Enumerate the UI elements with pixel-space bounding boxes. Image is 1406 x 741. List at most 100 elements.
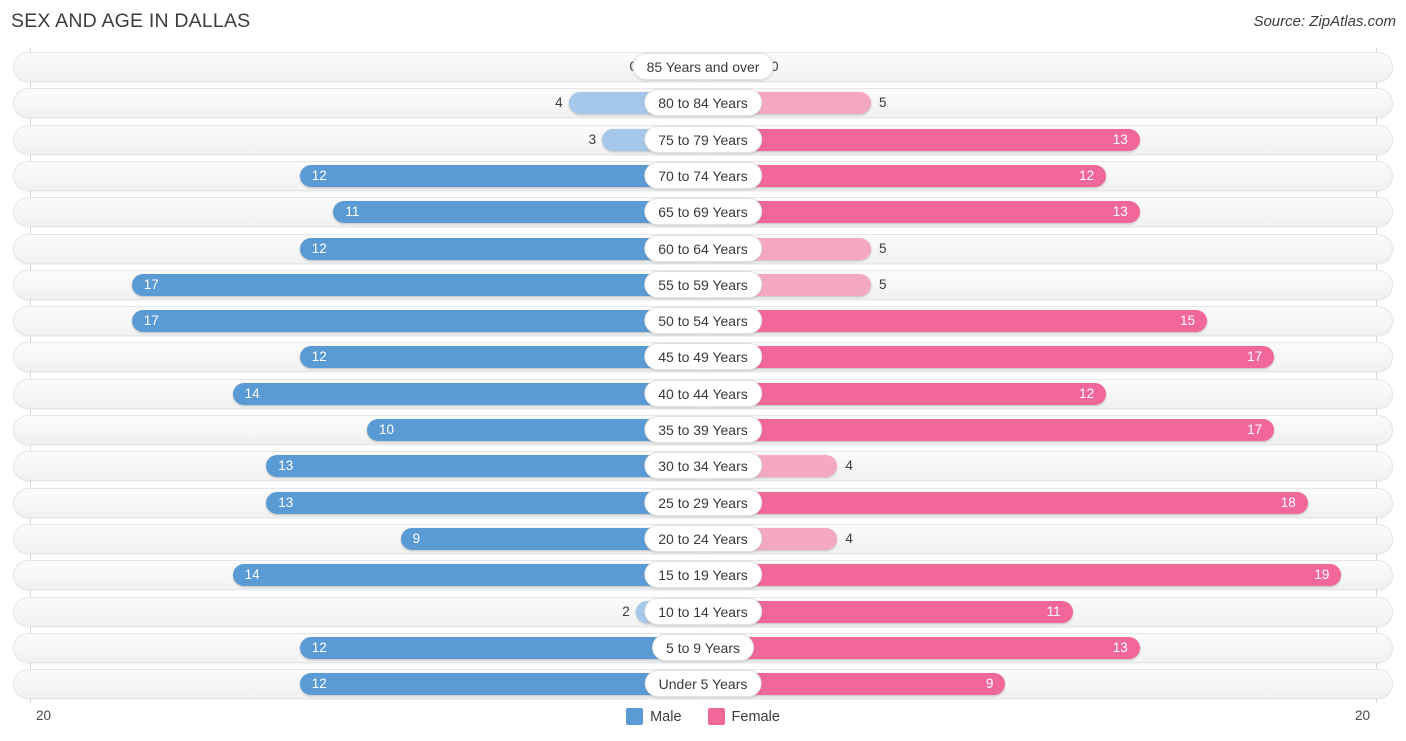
bar-value-female: 17 [1247,349,1263,365]
bar-value-female: 15 [1179,313,1195,329]
age-group-label: 10 to 14 Years [644,597,762,625]
table-row[interactable]: 9 4 20 to 24 Years [13,523,1393,554]
bar-value-male: 2 [622,603,630,619]
bar-value-female: 12 [1079,167,1095,183]
bar-male[interactable] [299,346,703,369]
page-title: SEX AND AGE IN DALLAS [11,10,251,32]
age-group-label: Under 5 Years [644,670,762,698]
legend-item-female[interactable]: Female [707,708,780,725]
bar-female[interactable] [703,419,1275,441]
legend-label-female: Female [731,708,780,725]
age-group-label: 5 to 9 Years [652,633,754,661]
source-attribution: Source: ZipAtlas.com [1253,13,1396,30]
bar-value-female: 5 [879,276,887,292]
age-group-label: 60 to 64 Years [644,234,762,262]
bar-female[interactable] [703,382,1107,405]
bar-value-male: 13 [278,458,294,474]
bar-female[interactable] [703,491,1308,514]
table-row[interactable]: 4 5 80 to 84 Years [13,88,1393,119]
population-pyramid-plot: 0085 Years and over 4 5 80 to 84 Years 3 13 75… [0,48,1406,703]
table-row[interactable]: 12 13 5 to 9 Years [13,632,1393,663]
legend-label-male: Male [650,708,682,725]
bar-value-male: 11 [345,204,360,220]
bar-value-female: 4 [845,530,853,546]
table-row[interactable]: 14 19 15 to 19 Years [13,560,1393,591]
bar-male[interactable] [299,673,703,696]
age-group-label: 15 to 19 Years [644,561,762,589]
bar-value-male: 3 [588,131,597,147]
age-group-label: 75 to 79 Years [644,125,762,153]
table-row[interactable]: 11 13 65 to 69 Years [13,197,1393,228]
chart-footer: 20 20 Male Female [0,703,1406,741]
table-row[interactable]: 13 18 25 to 29 Years [13,487,1393,518]
bar-value-female: 9 [985,676,994,692]
bar-female[interactable] [703,636,1140,659]
chart-legend: Male Female [0,708,1406,725]
bar-female[interactable] [703,310,1207,333]
bar-value-female: 13 [1112,204,1128,220]
age-group-label: 40 to 44 Years [644,379,762,407]
bar-value-female: 17 [1247,422,1263,437]
bar-value-female: 19 [1314,567,1330,583]
bar-value-male: 17 [143,313,159,329]
bar-value-male: 4 [555,95,563,111]
table-row[interactable]: 10 17 35 to 39 Years [13,415,1393,445]
bar-male[interactable] [299,636,703,659]
chart-header: SEX AND AGE IN DALLAS Source: ZipAtlas.c… [0,0,1406,45]
bar-male[interactable] [266,455,703,478]
bar-male[interactable] [232,382,703,405]
bar-value-female: 18 [1280,494,1296,510]
bar-male[interactable] [299,164,703,187]
age-group-label: 55 to 59 Years [644,270,762,298]
bar-value-female: 5 [879,95,887,111]
bar-female[interactable] [703,128,1140,151]
bar-value-male: 10 [379,422,395,437]
bar-value-male: 13 [278,494,294,510]
table-row[interactable]: 17 15 50 to 54 Years [13,306,1393,337]
table-row[interactable]: 17 5 55 to 59 Years [13,269,1393,300]
table-row[interactable]: 12 5 60 to 64 Years [13,233,1393,264]
age-group-label: 35 to 39 Years [644,416,762,443]
bar-value-male: 12 [311,676,327,692]
age-group-label: 50 to 54 Years [644,307,762,335]
bar-value-male: 12 [311,639,327,655]
age-group-label: 20 to 24 Years [644,524,762,552]
legend-swatch-male [626,708,644,725]
bar-value-male: 12 [311,240,327,256]
table-row[interactable]: 12 9 Under 5 Years [13,669,1393,700]
bar-value-female: 12 [1079,385,1095,401]
table-row[interactable]: 14 12 40 to 44 Years [13,378,1393,409]
table-row[interactable]: 2 11 10 to 14 Years [13,596,1393,627]
table-row[interactable]: 13 4 30 to 34 Years [13,451,1393,482]
bar-value-female: 4 [845,458,853,474]
bar-female[interactable] [703,346,1275,369]
age-group-label: 65 to 69 Years [644,198,762,226]
bar-female[interactable] [703,564,1342,587]
age-group-label: 25 to 29 Years [644,488,762,516]
bar-value-male: 17 [143,276,159,292]
bar-male[interactable] [131,310,703,333]
bar-value-male: 14 [244,567,260,583]
bar-male[interactable] [131,273,703,296]
table-row[interactable]: 3 13 75 to 79 Years [13,124,1393,155]
bar-male[interactable] [266,491,703,514]
bar-female[interactable] [703,201,1140,224]
bar-male[interactable] [232,564,703,587]
legend-swatch-female [707,708,725,725]
bar-value-male: 12 [311,167,327,183]
bar-value-female: 13 [1112,639,1128,655]
table-row[interactable]: 12 12 70 to 74 Years [13,160,1393,191]
bar-value-male: 9 [412,530,421,546]
age-group-label: 85 Years and over [632,53,774,80]
table-row[interactable]: 12 17 45 to 49 Years [13,342,1393,373]
age-group-label: 80 to 84 Years [644,89,762,117]
age-group-label: 30 to 34 Years [644,452,762,480]
table-row[interactable]: 0085 Years and over [13,52,1393,82]
age-group-label: 70 to 74 Years [644,161,762,189]
bar-male[interactable] [299,237,703,260]
age-group-label: 45 to 49 Years [644,343,762,371]
bar-value-male: 12 [311,349,327,365]
legend-item-male[interactable]: Male [626,708,682,725]
bar-value-female: 5 [879,240,887,256]
bar-female[interactable] [703,164,1107,187]
